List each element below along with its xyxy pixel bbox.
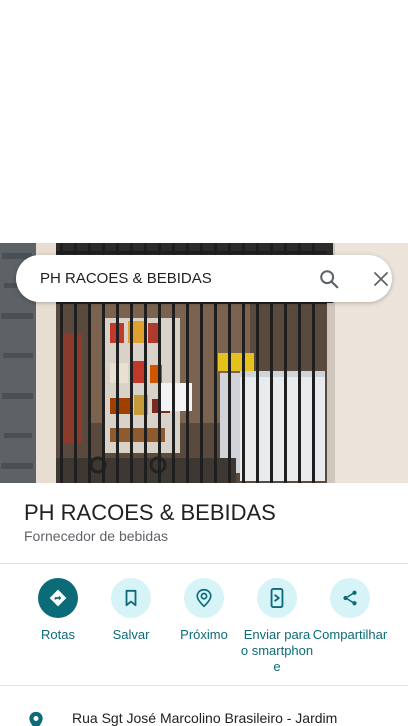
send-to-phone-button[interactable]: Enviar para o smartphone — [239, 578, 315, 675]
send-to-phone-icon — [257, 578, 297, 618]
divider — [0, 563, 408, 564]
close-icon[interactable] — [368, 266, 394, 292]
address-row[interactable]: Rua Sgt José Marcolino Brasileiro - Jard… — [0, 700, 408, 726]
directions-label: Rotas — [41, 627, 75, 642]
place-name: PH RACOES & BEBIDAS — [24, 500, 276, 525]
map-blank-area — [0, 0, 408, 243]
place-category[interactable]: Fornecedor de bebidas — [24, 528, 168, 544]
share-label: Compartilhar — [312, 627, 388, 642]
directions-icon — [38, 578, 78, 618]
address-text: Rua Sgt José Marcolino Brasileiro - Jard… — [72, 710, 338, 726]
search-icon[interactable] — [316, 266, 342, 292]
search-bar[interactable]: PH RACOES & BEBIDAS — [16, 255, 392, 302]
divider — [0, 685, 408, 686]
nearby-icon — [184, 578, 224, 618]
save-button[interactable]: Salvar — [93, 578, 169, 643]
action-bar: Rotas Salvar Próximo Enviar para o smart… — [0, 578, 408, 678]
nearby-button[interactable]: Próximo — [166, 578, 242, 643]
share-button[interactable]: Compartilhar — [312, 578, 388, 643]
bookmark-icon — [111, 578, 151, 618]
save-label: Salvar — [112, 627, 150, 642]
directions-button[interactable]: Rotas — [20, 578, 96, 643]
location-pin-icon — [26, 710, 46, 726]
share-icon — [330, 578, 370, 618]
search-query-text[interactable]: PH RACOES & BEBIDAS — [40, 255, 212, 302]
send-to-phone-label: Enviar para o smartphone — [240, 627, 314, 674]
nearby-label: Próximo — [180, 627, 228, 642]
